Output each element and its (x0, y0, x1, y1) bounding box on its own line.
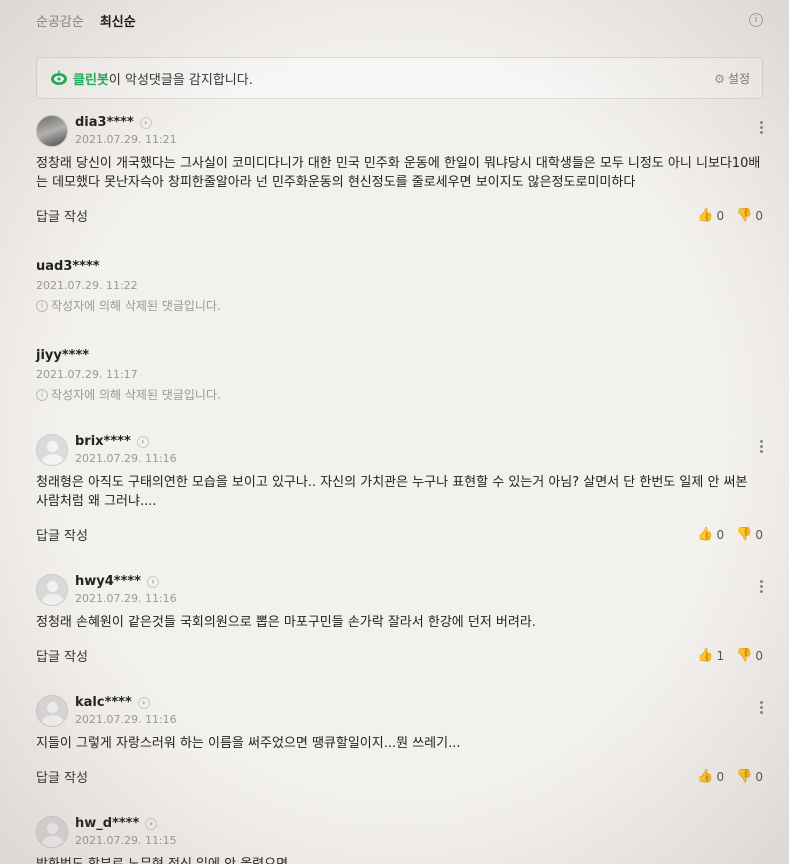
more-options-icon[interactable] (759, 701, 763, 716)
dislike-count: 0 (755, 648, 763, 663)
like-count: 0 (716, 769, 725, 784)
like-count: 0 (716, 208, 725, 223)
cleanbot-brand[interactable]: 클린봇 (73, 73, 109, 88)
deleted-message: i 작성자에 의해 삭제된 댓글입니다. (36, 386, 763, 403)
comment-username[interactable]: hwy4**** (75, 574, 141, 589)
comment-username[interactable]: kalc**** (75, 695, 132, 710)
reply-button[interactable]: 답글 작성 (36, 646, 88, 665)
comment-text: 정창래 당신이 개국했다는 그사실이 코미디다니가 대한 민국 민주화 운동에 … (36, 156, 761, 190)
comment-section: 순공감순 최신순 i 클린봇이 악성댓글을 감지합니다. ⚙ 설정 dia3**… (0, 0, 789, 864)
avatar[interactable] (36, 574, 68, 606)
like-button[interactable]: 👍 0 (697, 527, 724, 542)
comment-item: hw_d**** › 2021.07.29. 11:15 방화범도 함부로 노무… (36, 816, 763, 864)
thumbs-down-icon: 👎 (736, 769, 753, 784)
dislike-button[interactable]: 👎 0 (736, 208, 763, 223)
chevron-right-icon[interactable]: › (145, 817, 158, 830)
comment-date: 2021.07.29. 11:17 (36, 368, 138, 381)
comment-text: 지들이 그렇게 자랑스러워 하는 이름을 써주었으면 땡큐할일이지...뭔 쓰레… (36, 736, 461, 751)
avatar[interactable] (36, 434, 68, 466)
thumbs-down-icon: 👎 (736, 527, 753, 542)
settings-label: 설정 (727, 72, 750, 86)
deleted-message-text: 작성자에 의해 삭제된 댓글입니다. (51, 299, 221, 313)
dislike-button[interactable]: 👎 0 (736, 527, 763, 542)
comment-footer: 답글 작성 👍 0 👎 0 (36, 206, 763, 225)
comment-date: 2021.07.29. 11:16 (75, 713, 177, 726)
thumbs-down-icon: 👎 (736, 208, 753, 223)
cleanbot-banner: 클린봇이 악성댓글을 감지합니다. ⚙ 설정 (36, 57, 763, 99)
chevron-right-icon[interactable]: › (146, 575, 159, 588)
sort-tab-likes[interactable]: 순공감순 (36, 11, 84, 30)
comment-date: 2021.07.29. 11:16 (75, 592, 177, 605)
dislike-count: 0 (755, 527, 763, 542)
comment-item-deleted: jiyy**** 2021.07.29. 11:17 i 작성자에 의해 삭제된… (36, 348, 763, 403)
cleanbot-icon (49, 70, 69, 86)
more-options-icon[interactable] (759, 440, 763, 455)
like-button[interactable]: 👍 1 (697, 648, 724, 663)
chevron-right-icon[interactable]: › (139, 116, 152, 129)
info-icon[interactable]: i (749, 13, 763, 27)
comment-username[interactable]: hw_d**** (75, 816, 139, 831)
chevron-right-icon[interactable]: › (136, 435, 149, 448)
comment-username: uad3**** (36, 259, 100, 274)
thumbs-down-icon: 👎 (736, 648, 753, 663)
comment-date: 2021.07.29. 11:21 (75, 133, 177, 146)
cleanbot-message: 클린봇이 악성댓글을 감지합니다. (73, 69, 253, 88)
thumbs-up-icon: 👍 (697, 527, 714, 542)
comment-username[interactable]: dia3**** (75, 115, 134, 130)
comment-item-deleted: uad3**** 2021.07.29. 11:22 i 작성자에 의해 삭제된… (36, 259, 763, 314)
info-icon: i (36, 388, 48, 401)
more-options-icon[interactable] (759, 121, 763, 136)
sort-bar: 순공감순 최신순 i (36, 0, 763, 40)
cleanbot-text: 이 악성댓글을 감지합니다. (108, 72, 253, 88)
comment-date: 2021.07.29. 11:16 (75, 452, 177, 465)
reply-button[interactable]: 답글 작성 (36, 525, 88, 544)
avatar[interactable] (36, 115, 68, 147)
comment-username: jiyy**** (36, 348, 90, 363)
dislike-button[interactable]: 👎 0 (736, 769, 763, 784)
like-button[interactable]: 👍 0 (697, 769, 724, 784)
avatar[interactable] (36, 816, 68, 848)
comment-text: 청래형은 아직도 구태의연한 모습을 보이고 있구나.. 자신의 가치관은 누구… (36, 475, 748, 509)
gear-icon: ⚙ (714, 71, 725, 86)
like-button[interactable]: 👍 0 (697, 208, 724, 223)
deleted-message: i 작성자에 의해 삭제된 댓글입니다. (36, 297, 763, 314)
dislike-count: 0 (755, 769, 763, 784)
comment-username[interactable]: brix**** (75, 434, 131, 449)
comment-item: brix**** › 2021.07.29. 11:16 청래형은 아직도 구태… (36, 434, 763, 544)
chevron-right-icon[interactable]: › (137, 696, 150, 709)
dislike-count: 0 (755, 208, 763, 223)
avatar[interactable] (36, 695, 68, 727)
like-count: 0 (716, 527, 725, 542)
comment-date: 2021.07.29. 11:15 (75, 834, 177, 847)
thumbs-up-icon: 👍 (697, 208, 714, 223)
comment-date: 2021.07.29. 11:22 (36, 279, 138, 292)
comment-item: dia3**** › 2021.07.29. 11:21 정창래 당신이 개국했… (36, 115, 763, 225)
reply-button[interactable]: 답글 작성 (36, 767, 88, 786)
deleted-message-text: 작성자에 의해 삭제된 댓글입니다. (51, 388, 221, 402)
cleanbot-settings-button[interactable]: ⚙ 설정 (714, 70, 750, 87)
sort-tab-latest[interactable]: 최신순 (100, 11, 136, 30)
dislike-button[interactable]: 👎 0 (736, 648, 763, 663)
comment-header: dia3**** › 2021.07.29. 11:21 (36, 115, 763, 147)
comment-item: kalc**** › 2021.07.29. 11:16 지들이 그렇게 자랑스… (36, 695, 763, 786)
comment-text: 방화범도 함부로 노무현 정신 입에 안 올렸으면... (36, 855, 763, 864)
thumbs-up-icon: 👍 (697, 769, 714, 784)
reply-button[interactable]: 답글 작성 (36, 206, 88, 225)
like-count: 1 (716, 648, 725, 663)
info-icon: i (36, 299, 48, 312)
comment-item: hwy4**** › 2021.07.29. 11:16 정청래 손혜원이 같은… (36, 574, 763, 665)
more-options-icon[interactable] (759, 580, 763, 595)
comment-text: 정청래 손혜원이 같은것들 국회의원으로 뽑은 마포구민들 손가락 잘라서 한강… (36, 615, 536, 630)
thumbs-up-icon: 👍 (697, 648, 714, 663)
